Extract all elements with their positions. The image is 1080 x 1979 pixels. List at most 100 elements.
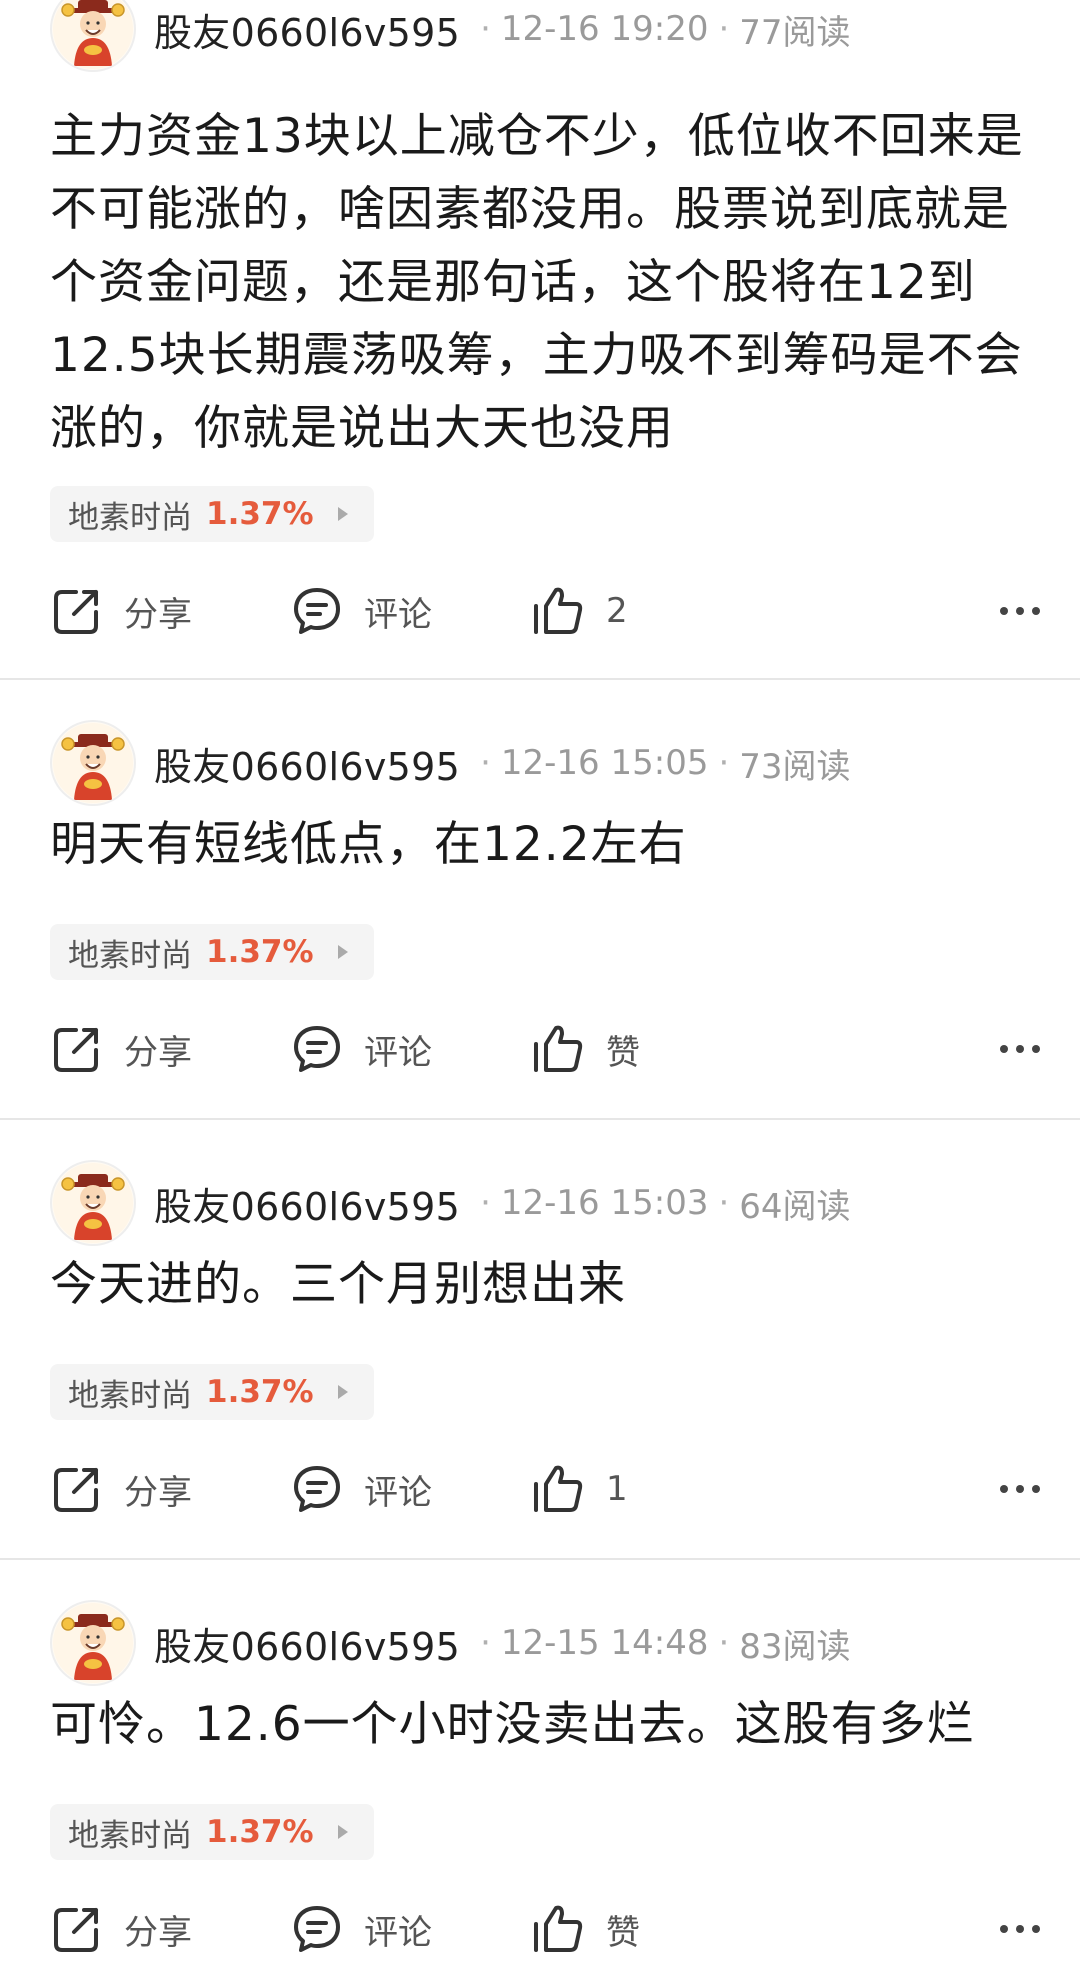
thumbs-up-icon	[534, 1025, 583, 1072]
read-count: 83阅读	[739, 1626, 851, 1667]
username[interactable]: 股友0660l6v595	[154, 2, 460, 57]
god-of-wealth-avatar-icon	[53, 723, 133, 803]
like-label: 赞	[606, 1912, 640, 1953]
share-icon	[54, 1468, 98, 1512]
separator-dot: ·	[480, 1623, 491, 1663]
like-button[interactable]: 2	[530, 584, 730, 638]
share-icon	[54, 1908, 98, 1952]
username[interactable]: 股友0660l6v595	[154, 1176, 460, 1231]
action-bar: 分享 评论 赞	[50, 1894, 1040, 1964]
stock-change: 1.37%	[206, 1374, 314, 1410]
avatar[interactable]	[50, 720, 136, 806]
post-card[interactable]: 股友0660l6v595 · 12-16 15:03 · 64阅读 今天进的。三…	[0, 1120, 1080, 1560]
like-count: 2	[606, 591, 628, 631]
stock-change: 1.37%	[206, 496, 314, 532]
username[interactable]: 股友0660l6v595	[154, 736, 460, 791]
avatar[interactable]	[50, 0, 136, 72]
post-time: 12-16 19:20	[500, 9, 709, 49]
thumbs-up-icon	[534, 1905, 583, 1952]
post-meta: · 12-16 15:03 · 64阅读	[470, 1179, 850, 1228]
share-label: 分享	[124, 1912, 192, 1953]
more-dots-icon	[1000, 1485, 1008, 1493]
chevron-right-icon	[337, 1825, 348, 1839]
share-button[interactable]: 分享	[50, 1462, 290, 1516]
stock-name: 地素时尚	[68, 1377, 192, 1414]
comment-button[interactable]: 评论	[290, 1022, 530, 1076]
post-content[interactable]: 主力资金13块以上减仓不少，低位收不回来是不可能涨的，啥因素都没用。股票说到底就…	[50, 100, 1035, 465]
post-meta: · 12-16 19:20 · 77阅读	[470, 5, 850, 54]
post-content[interactable]: 明天有短线低点，在12.2左右	[50, 808, 1035, 881]
post-time: 12-16 15:05	[500, 743, 709, 783]
username[interactable]: 股友0660l6v595	[154, 1616, 460, 1671]
chevron-right-icon	[337, 945, 348, 959]
avatar[interactable]	[50, 1600, 136, 1686]
stock-change: 1.37%	[206, 1814, 314, 1850]
separator-dot: ·	[718, 1183, 730, 1223]
post-content[interactable]: 可怜。12.6一个小时没卖出去。这股有多烂	[50, 1688, 1035, 1761]
separator-dot: ·	[718, 9, 730, 49]
share-button[interactable]: 分享	[50, 1902, 290, 1956]
like-button[interactable]: 赞	[530, 1022, 730, 1076]
post-header: 股友0660l6v595 · 12-15 14:48 · 83阅读	[50, 1598, 851, 1688]
post-header: 股友0660l6v595 · 12-16 15:03 · 64阅读	[50, 1158, 851, 1248]
stock-name: 地素时尚	[68, 499, 192, 536]
post-time: 12-15 14:48	[500, 1623, 709, 1663]
chevron-right-icon	[337, 507, 348, 521]
action-bar: 分享 评论 1	[50, 1454, 1040, 1524]
read-count: 64阅读	[739, 1186, 851, 1227]
comment-label: 评论	[364, 1032, 432, 1073]
stock-tag[interactable]: 地素时尚 1.37%	[50, 486, 374, 542]
stock-tag[interactable]: 地素时尚 1.37%	[50, 1804, 374, 1860]
share-label: 分享	[124, 594, 192, 635]
like-count: 1	[606, 1469, 628, 1509]
stock-tag[interactable]: 地素时尚 1.37%	[50, 924, 374, 980]
share-icon	[54, 590, 98, 634]
post-header: 股友0660l6v595 · 12-16 19:20 · 77阅读	[50, 0, 851, 74]
comment-button[interactable]: 评论	[290, 1462, 530, 1516]
share-icon	[54, 1028, 98, 1072]
like-label: 赞	[606, 1032, 640, 1073]
action-bar: 分享 评论 赞	[50, 1014, 1040, 1084]
separator-dot: ·	[718, 743, 730, 783]
action-bar: 分享 评论 2	[50, 576, 1040, 646]
separator-dot: ·	[480, 9, 491, 49]
post-content[interactable]: 今天进的。三个月别想出来	[50, 1248, 1035, 1321]
read-count: 73阅读	[739, 746, 851, 787]
stock-name: 地素时尚	[68, 937, 192, 974]
post-meta: · 12-15 14:48 · 83阅读	[470, 1619, 850, 1668]
like-button[interactable]: 赞	[530, 1902, 730, 1956]
post-card[interactable]: 股友0660l6v595 · 12-16 19:20 · 77阅读 主力资金13…	[0, 0, 1080, 680]
comment-label: 评论	[364, 1472, 432, 1513]
post-meta: · 12-16 15:05 · 73阅读	[470, 739, 850, 788]
thumbs-up-icon	[534, 587, 583, 634]
comment-icon	[294, 588, 340, 634]
more-dots-icon	[1000, 607, 1008, 615]
post-time: 12-16 15:03	[500, 1183, 709, 1223]
share-button[interactable]: 分享	[50, 584, 290, 638]
stock-change: 1.37%	[206, 934, 314, 970]
god-of-wealth-avatar-icon	[53, 1603, 133, 1683]
avatar[interactable]	[50, 1160, 136, 1246]
thumbs-up-icon	[534, 1465, 583, 1512]
comment-button[interactable]: 评论	[290, 584, 530, 638]
like-button[interactable]: 1	[530, 1462, 730, 1516]
stock-tag[interactable]: 地素时尚 1.37%	[50, 1364, 374, 1420]
separator-dot: ·	[480, 1183, 491, 1223]
more-button[interactable]	[992, 1915, 1040, 1943]
god-of-wealth-avatar-icon	[53, 1163, 133, 1243]
more-dots-icon	[1000, 1045, 1008, 1053]
comment-button[interactable]: 评论	[290, 1902, 530, 1956]
share-button[interactable]: 分享	[50, 1022, 290, 1076]
more-button[interactable]	[992, 1475, 1040, 1503]
comment-label: 评论	[364, 1912, 432, 1953]
more-button[interactable]	[992, 1035, 1040, 1063]
god-of-wealth-avatar-icon	[53, 0, 133, 69]
more-dots-icon	[1000, 1925, 1008, 1933]
post-feed: 股友0660l6v595 · 12-16 19:20 · 77阅读 主力资金13…	[0, 0, 1080, 1979]
comment-icon	[294, 1466, 340, 1512]
more-button[interactable]	[992, 597, 1040, 625]
comment-icon	[294, 1906, 340, 1952]
share-label: 分享	[124, 1032, 192, 1073]
post-card[interactable]: 股友0660l6v595 · 12-16 15:05 · 73阅读 明天有短线低…	[0, 680, 1080, 1120]
post-card[interactable]: 股友0660l6v595 · 12-15 14:48 · 83阅读 可怜。12.…	[0, 1560, 1080, 1979]
